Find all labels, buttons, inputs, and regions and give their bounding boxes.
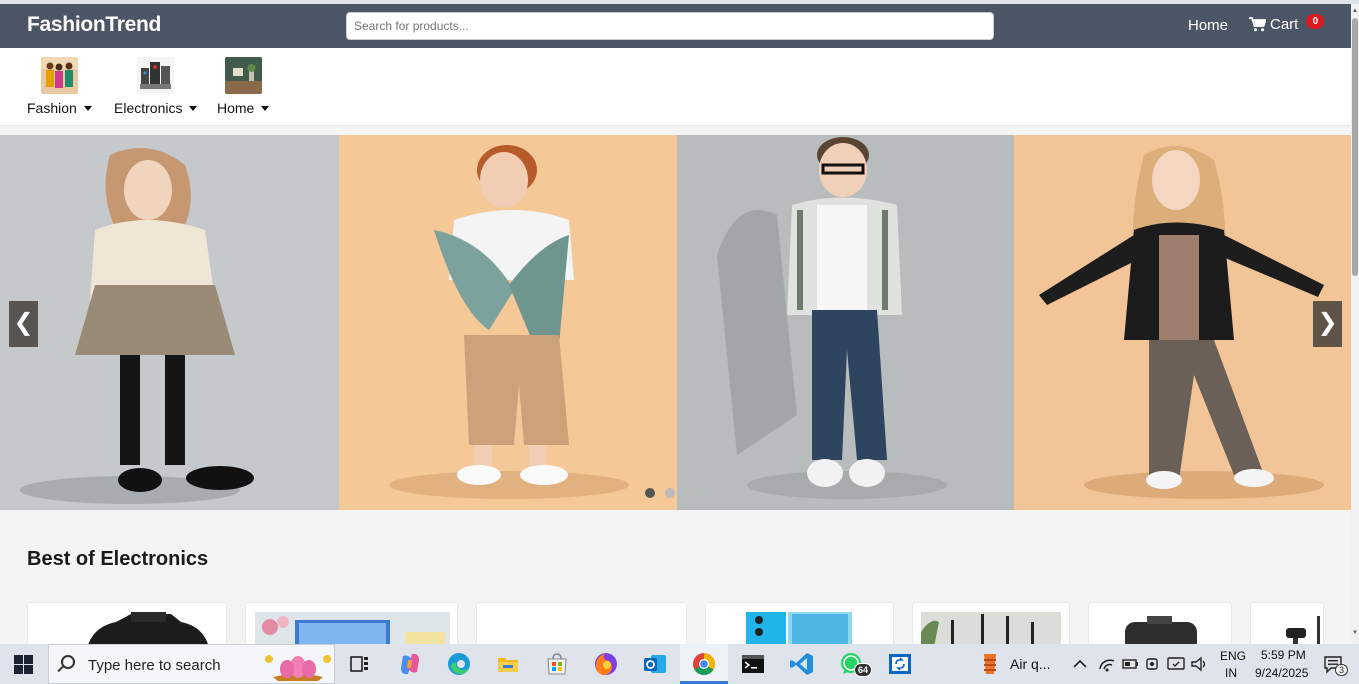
clock-time[interactable]: 5:59 PM	[1261, 648, 1306, 662]
category-fashion[interactable]: Fashion	[27, 57, 92, 116]
home-decor-thumbnail-icon	[224, 57, 262, 94]
taskbar-search-box[interactable]: Type here to search	[48, 644, 335, 684]
category-home[interactable]: Home	[217, 57, 270, 116]
terminal-icon[interactable]	[741, 652, 765, 676]
fashion-thumbnail-icon	[40, 57, 78, 94]
section-title: Best of Electronics	[27, 548, 209, 570]
chevron-down-icon	[261, 105, 270, 111]
charger-image	[1125, 616, 1197, 644]
taskbar-search-text: Type here to search	[88, 657, 221, 674]
search-input[interactable]	[346, 12, 994, 40]
lotus-decoration-icon	[265, 655, 331, 681]
carousel-image-boy-sweater	[339, 135, 677, 510]
category-bar: Fashion Electronics Home	[0, 48, 1351, 126]
remote-desktop-icon[interactable]	[888, 652, 912, 676]
clock-date[interactable]: 9/24/2025	[1255, 666, 1308, 680]
category-electronics[interactable]: Electronics	[114, 57, 198, 116]
carousel-dot-2[interactable]	[665, 488, 675, 498]
page: FashionTrend Home Cart 0 Fashion	[0, 4, 1351, 644]
volume-icon[interactable]	[1189, 654, 1209, 674]
edge-browser-icon[interactable]	[447, 652, 471, 676]
product-card-camera[interactable]	[27, 602, 227, 644]
carousel-dot-1[interactable]	[645, 488, 655, 498]
carousel-prev-button[interactable]: ❮	[9, 301, 38, 347]
hero-carousel: ❮ ❯	[0, 135, 1351, 510]
brand-logo[interactable]: FashionTrend	[27, 13, 161, 37]
windows-start-icon[interactable]	[14, 655, 33, 674]
chrome-icon[interactable]	[692, 652, 716, 676]
weather-air-quality-icon[interactable]	[978, 652, 1002, 676]
microsoft-store-icon[interactable]	[545, 652, 569, 676]
carousel-next-button[interactable]: ❯	[1313, 301, 1342, 347]
page-scrollbar[interactable]: ▲ ▼	[1351, 4, 1359, 644]
product-card-accessory[interactable]	[476, 602, 687, 644]
laptop-image	[255, 612, 450, 644]
vscode-icon[interactable]	[790, 652, 814, 676]
router-image	[921, 612, 1061, 644]
cart-icon	[1249, 17, 1266, 32]
category-label: Electronics	[114, 100, 183, 116]
electronics-thumbnail-icon	[137, 57, 175, 94]
language-bottom[interactable]: IN	[1225, 666, 1237, 680]
firefox-icon[interactable]	[594, 652, 618, 676]
product-card-webcam[interactable]	[1250, 602, 1324, 644]
chevron-up-icon[interactable]	[1070, 654, 1090, 674]
nav-home-link[interactable]: Home	[1188, 17, 1228, 34]
battery-icon[interactable]	[1120, 654, 1140, 674]
category-label: Home	[217, 100, 255, 116]
webcam-image	[1286, 616, 1320, 644]
carousel-image-girl-skirt	[0, 135, 339, 510]
notification-count-badge: 3	[1335, 664, 1349, 676]
chevron-down-icon	[83, 105, 92, 111]
cart-count-badge: 0	[1306, 14, 1325, 29]
outlook-icon[interactable]	[643, 652, 667, 676]
smartphone-image	[746, 612, 852, 644]
weather-text[interactable]: Air q...	[1010, 656, 1050, 672]
product-card-smartphone[interactable]	[705, 602, 894, 644]
category-label: Fashion	[27, 100, 77, 116]
carousel-dot-3[interactable]	[685, 488, 695, 498]
cart-label: Cart	[1270, 16, 1299, 33]
search-icon	[61, 655, 75, 669]
camera-image	[88, 612, 208, 644]
product-card-laptop[interactable]	[245, 602, 458, 644]
scrollbar-thumb[interactable]	[1352, 18, 1358, 276]
language-top[interactable]: ENG	[1220, 649, 1246, 663]
task-view-icon[interactable]	[348, 652, 372, 676]
copilot-icon[interactable]	[398, 652, 422, 676]
nav-cart-link[interactable]: Cart 0	[1249, 14, 1325, 33]
carousel-dots	[645, 488, 695, 498]
whatsapp-unread-badge: 64	[854, 663, 873, 677]
file-explorer-icon[interactable]	[496, 652, 520, 676]
carousel-image-boy-glasses	[677, 135, 1014, 510]
product-card-router[interactable]	[912, 602, 1070, 644]
chevron-down-icon	[189, 105, 198, 111]
product-row	[0, 602, 1351, 644]
meet-now-icon[interactable]	[1143, 654, 1163, 674]
carousel-image-girl-jacket	[1014, 135, 1351, 510]
windows-taskbar: Type here to search 64 Air q... ENG IN 5…	[0, 644, 1359, 684]
scroll-up-arrow-icon[interactable]: ▲	[1352, 8, 1358, 14]
display-icon[interactable]	[1166, 654, 1186, 674]
product-card-charger[interactable]	[1088, 602, 1232, 644]
navbar: FashionTrend Home Cart 0	[0, 4, 1351, 48]
wifi-icon[interactable]	[1097, 654, 1117, 674]
scroll-down-arrow-icon[interactable]: ▼	[1352, 630, 1358, 636]
